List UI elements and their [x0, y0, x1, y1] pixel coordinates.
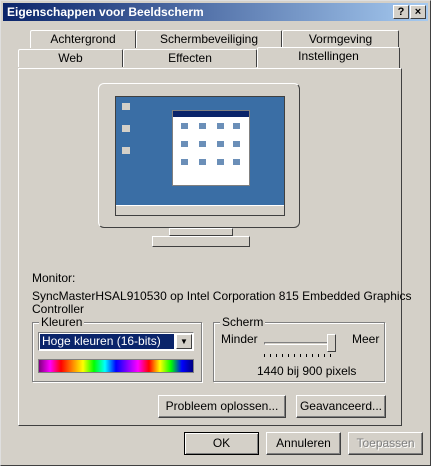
desktop-icon — [122, 103, 130, 110]
colors-group-label: Kleuren — [39, 315, 85, 329]
help-button[interactable]: ? — [393, 5, 409, 19]
title-bar[interactable]: Eigenschappen voor Beeldscherm ? × — [3, 3, 428, 21]
help-icon: ? — [397, 6, 405, 18]
tab-label: Effecten — [168, 51, 212, 65]
slider-track — [264, 342, 336, 345]
screen-group-label: Scherm — [220, 315, 266, 329]
tab-label: Web — [58, 51, 83, 65]
tab-web[interactable]: Web — [18, 49, 123, 67]
monitor-base — [152, 236, 250, 247]
desktop-icon — [122, 125, 130, 132]
window-title: Eigenschappen voor Beeldscherm — [7, 5, 204, 19]
troubleshoot-button[interactable]: Probleem oplossen... — [158, 395, 286, 418]
monitor-description-cont: Controller — [32, 302, 85, 316]
advanced-button[interactable]: Geavanceerd... — [296, 395, 386, 418]
slider-ticks — [264, 354, 331, 357]
tab-vormgeving[interactable]: Vormgeving — [282, 30, 399, 48]
color-spectrum-bar — [38, 359, 194, 373]
resolution-value: 1440 bij 900 pixels — [257, 364, 357, 378]
monitor-label: Monitor: — [32, 271, 76, 285]
resolution-slider[interactable] — [264, 334, 336, 360]
desktop-icon — [122, 147, 130, 154]
close-icon: × — [414, 6, 422, 18]
colors-group: Kleuren — [32, 315, 202, 382]
tab-instellingen[interactable]: Instellingen — [257, 47, 400, 68]
tab-label: Instellingen — [298, 49, 359, 63]
tab-label: Achtergrond — [50, 32, 116, 46]
preview-window — [172, 110, 250, 186]
apply-button[interactable]: Toepassen — [348, 432, 423, 455]
cancel-button[interactable]: Annuleren — [266, 432, 341, 455]
slider-max-label: Meer — [352, 332, 380, 346]
tab-effecten[interactable]: Effecten — [123, 49, 257, 67]
preview-icons — [181, 123, 240, 165]
preview-taskbar — [116, 205, 284, 215]
ok-button[interactable]: OK — [184, 432, 259, 455]
tab-label: Vormgeving — [308, 32, 373, 46]
monitor-description: SyncMasterHSAL910530 op Intel Corporatio… — [32, 289, 412, 303]
monitor-neck — [169, 228, 233, 236]
color-depth-select[interactable]: Hoge kleuren (16-bits) ▼ — [38, 332, 194, 351]
tab-schermbeveiliging[interactable]: Schermbeveiliging — [136, 30, 282, 48]
chevron-down-icon[interactable]: ▼ — [176, 334, 192, 349]
slider-thumb[interactable] — [327, 334, 336, 352]
monitor-screen — [115, 96, 285, 216]
color-depth-value: Hoge kleuren (16-bits) — [40, 334, 174, 349]
tab-achtergrond[interactable]: Achtergrond — [30, 30, 136, 48]
close-button[interactable]: × — [410, 5, 426, 19]
tab-label: Schermbeveiliging — [159, 32, 259, 46]
slider-min-label: Minder — [221, 332, 258, 346]
